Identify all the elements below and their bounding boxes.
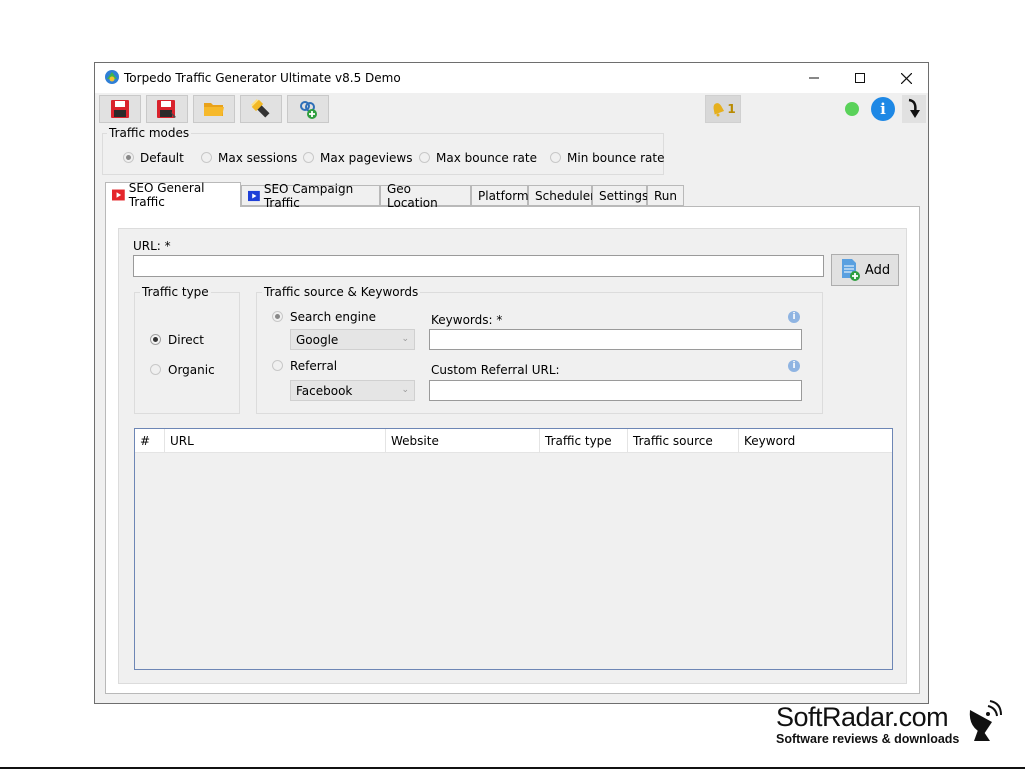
maximize-button[interactable]: [837, 63, 883, 93]
traffic-direct-radio[interactable]: [150, 334, 161, 345]
tab-settings[interactable]: Settings: [592, 185, 649, 206]
link-add-icon: [300, 101, 317, 119]
mode-default-label: Default: [140, 151, 184, 165]
tab-seo-general-traffic[interactable]: SEO General Traffic: [105, 181, 241, 209]
mode-max-bounce-radio[interactable]: [419, 152, 430, 163]
bell-icon: [713, 103, 725, 117]
referral-radio[interactable]: [272, 360, 283, 371]
table-header: # URL Website Traffic type Traffic sourc…: [135, 429, 892, 453]
tab-label: Scheduler: [535, 188, 596, 203]
tab-label: Run: [654, 188, 678, 203]
column-header-url[interactable]: URL: [165, 429, 386, 452]
softradar-watermark: SoftRadar.com Software reviews & downloa…: [776, 702, 966, 746]
seo-general-panel: URL: * Add Traffic type Direct Organic T: [118, 228, 907, 684]
tab-platform[interactable]: Platform: [471, 185, 529, 206]
search-engine-label: Search engine: [290, 310, 376, 324]
column-header-traffic-type[interactable]: Traffic type: [540, 429, 628, 452]
traffic-modes-label: Traffic modes: [107, 126, 192, 140]
column-header-website[interactable]: Website: [386, 429, 540, 452]
mode-max-bounce-label: Max bounce rate: [436, 151, 537, 165]
traffic-organic-label: Organic: [168, 363, 215, 377]
minimize-button[interactable]: [791, 63, 837, 93]
referral-select[interactable]: Facebook ⌄: [290, 380, 415, 401]
app-logo-icon: [105, 70, 119, 84]
play-blue-icon: [248, 190, 260, 201]
add-button[interactable]: Add: [831, 254, 899, 286]
traffic-source-label: Traffic source & Keywords: [262, 285, 421, 299]
traffic-organic-radio[interactable]: [150, 364, 161, 375]
search-engine-value: Google: [296, 332, 339, 347]
tab-seo-campaign-traffic[interactable]: SEO Campaign Traffic: [241, 182, 380, 210]
mode-min-bounce-radio[interactable]: [550, 152, 561, 163]
chevron-down-icon: ⌄: [401, 334, 409, 344]
minimize-icon: [809, 77, 819, 79]
mode-max-sessions-radio[interactable]: [201, 152, 212, 163]
save-icon: [111, 100, 129, 118]
chevron-down-icon: ⌄: [401, 385, 409, 395]
referral-label: Referral: [290, 359, 338, 373]
traffic-direct-label: Direct: [168, 333, 204, 347]
mode-default-radio[interactable]: [123, 152, 134, 163]
tab-scheduler[interactable]: Scheduler: [528, 185, 596, 206]
tab-label: Platform: [478, 188, 529, 203]
app-window: Torpedo Traffic Generator Ultimate v8.5 …: [94, 62, 929, 704]
column-header-number[interactable]: #: [135, 429, 165, 452]
referral-value: Facebook: [296, 383, 353, 398]
mode-max-pageviews-label: Max pageviews: [320, 151, 413, 165]
arrow-down-icon: [908, 98, 920, 118]
download-button[interactable]: [902, 95, 926, 123]
open-folder-icon: [204, 103, 224, 116]
tab-label: SEO Campaign Traffic: [263, 181, 354, 210]
mode-min-bounce-label: Min bounce rate: [567, 151, 665, 165]
notification-count: 1: [727, 102, 736, 116]
watermark-tagline: Software reviews & downloads: [776, 732, 960, 746]
title-bar: Torpedo Traffic Generator Ultimate v8.5 …: [95, 63, 928, 93]
url-table[interactable]: # URL Website Traffic type Traffic sourc…: [134, 428, 893, 670]
custom-referral-label: Custom Referral URL:: [431, 363, 560, 377]
keywords-info-icon[interactable]: i: [788, 311, 800, 323]
toolbar: 1 i: [95, 93, 928, 125]
add-document-icon: [841, 259, 860, 281]
search-engine-radio[interactable]: [272, 311, 283, 322]
traffic-type-group: [134, 292, 240, 414]
save-as-icon: [157, 100, 176, 118]
flashlight-button[interactable]: [240, 95, 282, 123]
watermark-brand: SoftRadar.com: [776, 702, 949, 732]
traffic-type-label: Traffic type: [140, 285, 211, 299]
save-button[interactable]: [99, 95, 141, 123]
open-folder-button[interactable]: [193, 95, 235, 123]
youtube-red-icon: [112, 189, 125, 201]
info-icon[interactable]: i: [871, 97, 895, 121]
keywords-input[interactable]: [429, 329, 802, 350]
tab-run[interactable]: Run: [647, 185, 684, 206]
mode-max-pageviews-radio[interactable]: [303, 152, 314, 163]
tab-label: SEO General Traffic: [128, 181, 205, 209]
satellite-dish-icon: [969, 700, 1002, 741]
custom-referral-info-icon[interactable]: i: [788, 360, 800, 372]
tab-label: Settings: [599, 188, 649, 203]
maximize-icon: [855, 73, 865, 83]
status-dot-icon: [845, 102, 859, 116]
add-link-button[interactable]: [287, 95, 329, 123]
url-input[interactable]: [133, 255, 824, 277]
url-label: URL: *: [133, 239, 171, 253]
tab-geo-location[interactable]: Geo Location: [380, 182, 471, 210]
add-button-label: Add: [864, 262, 891, 278]
custom-referral-input[interactable]: [429, 380, 802, 401]
close-button[interactable]: [883, 63, 929, 93]
column-header-keyword[interactable]: Keyword: [739, 429, 892, 452]
notifications-button[interactable]: 1: [705, 95, 741, 123]
tab-content: URL: * Add Traffic type Direct Organic T: [105, 206, 920, 694]
save-as-button[interactable]: [146, 95, 188, 123]
mode-max-sessions-label: Max sessions: [218, 151, 298, 165]
close-icon: [900, 72, 912, 84]
window-title: Torpedo Traffic Generator Ultimate v8.5 …: [124, 71, 401, 85]
tab-label: Geo Location: [387, 181, 438, 210]
column-header-traffic-source[interactable]: Traffic source: [628, 429, 739, 452]
search-engine-select[interactable]: Google ⌄: [290, 329, 415, 350]
flashlight-icon: [251, 99, 270, 118]
keywords-label: Keywords: *: [431, 313, 503, 327]
